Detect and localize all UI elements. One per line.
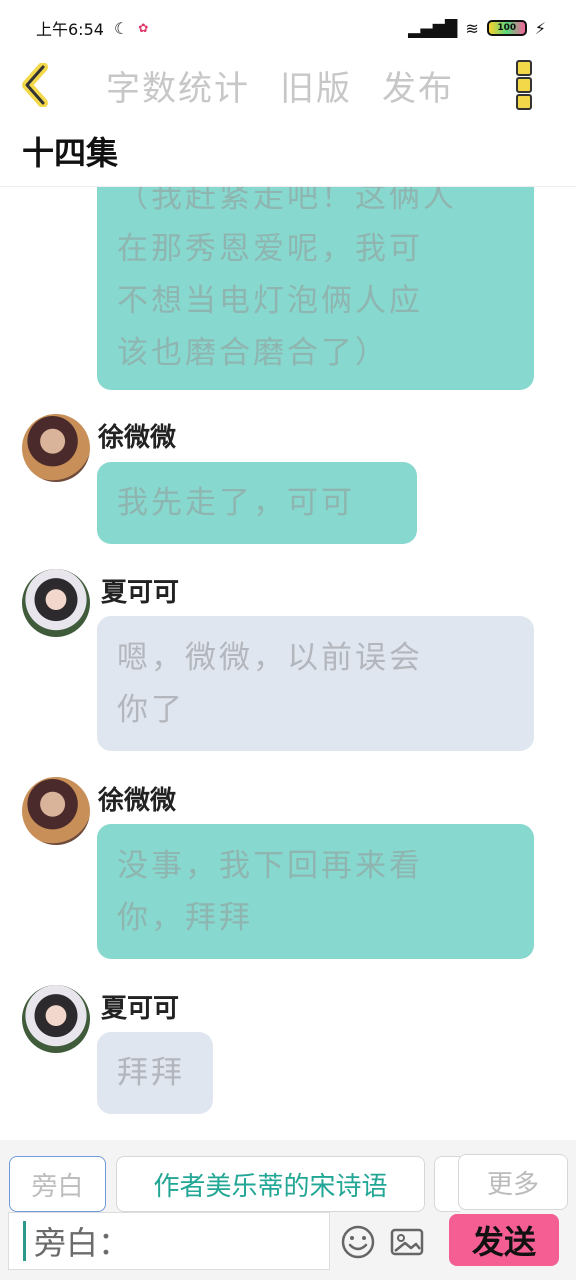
avatar[interactable] xyxy=(22,777,90,845)
back-arrow-icon xyxy=(22,63,48,107)
message-bubble[interactable]: 没事，我下回再来看 你，拜拜 xyxy=(97,824,534,959)
input-prefix: 旁白： xyxy=(34,1224,131,1262)
charging-icon: ⚡ xyxy=(534,18,546,38)
menu-dot-icon xyxy=(516,77,532,93)
battery-icon: 100 xyxy=(486,20,527,36)
message-line: （我赶紧走吧！这俩人 xyxy=(117,187,457,215)
speaker-name: 徐微微 xyxy=(98,423,177,453)
message-line: 嗯，微微，以前误会 xyxy=(117,640,423,676)
status-time: 上午6:54 xyxy=(36,20,104,39)
menu-dot-icon xyxy=(516,94,532,110)
wifi-icon: ≋ xyxy=(465,18,479,38)
message-line: 你了 xyxy=(117,692,185,728)
message-line: 不想当电灯泡俩人应 xyxy=(117,283,423,319)
message-bubble[interactable]: （我赶紧走吧！这俩人 在那秀恩爱呢，我可 不想当电灯泡俩人应 该也磨合磨合了） xyxy=(97,187,534,390)
speaker-name: 夏可可 xyxy=(101,994,180,1024)
more-button[interactable]: 更多 xyxy=(458,1154,568,1210)
avatar[interactable] xyxy=(22,569,90,637)
message-bubble[interactable]: 我先走了，可可 xyxy=(97,462,417,544)
avatar[interactable] xyxy=(22,985,90,1053)
more-menu-button[interactable] xyxy=(516,60,542,110)
message-line: 在那秀恩爱呢，我可 xyxy=(117,231,423,267)
message-input[interactable]: 旁白： xyxy=(8,1212,330,1270)
moon-icon: ☾ xyxy=(113,18,129,38)
battery-level: 100 xyxy=(497,23,517,33)
message-bubble[interactable]: 拜拜 xyxy=(97,1032,213,1114)
avatar[interactable] xyxy=(22,414,90,482)
message-bubble[interactable]: 嗯，微微，以前误会 你了 xyxy=(97,616,534,751)
image-icon[interactable] xyxy=(387,1222,427,1262)
text-cursor xyxy=(23,1221,26,1261)
message-line: 你，拜拜 xyxy=(117,900,253,936)
back-button[interactable] xyxy=(0,56,72,114)
partial-chip[interactable] xyxy=(434,1156,460,1212)
chat-area[interactable]: （我赶紧走吧！这俩人 在那秀恩爱呢，我可 不想当电灯泡俩人应 该也磨合磨合了） … xyxy=(0,187,576,1137)
nav-word-count[interactable]: 字数统计 xyxy=(106,61,250,110)
top-navigation: 字数统计 旧版 发布 xyxy=(0,56,576,114)
chapter-title: 十四集 xyxy=(22,134,119,172)
message-line: 没事，我下回再来看 xyxy=(117,848,423,884)
speaker-name: 徐微微 xyxy=(98,786,177,816)
message-line: 拜拜 xyxy=(117,1055,185,1091)
app-notification-icon: ✿ xyxy=(138,21,149,35)
status-bar: 上午6:54 ☾ ✿ ▂▄▆█ ≋ 100 ⚡ xyxy=(0,0,576,56)
message-line: 我先走了，可可 xyxy=(117,485,355,521)
signal-icon: ▂▄▆█ xyxy=(408,18,458,38)
send-button[interactable]: 发送 xyxy=(449,1214,559,1266)
message-line: 该也磨合磨合了） xyxy=(117,335,389,371)
author-chip[interactable]: 作者美乐蒂的宋诗语 xyxy=(116,1156,425,1212)
emoji-icon[interactable] xyxy=(338,1222,378,1262)
speaker-name: 夏可可 xyxy=(101,578,180,608)
nav-old-version[interactable]: 旧版 xyxy=(280,61,352,110)
nav-publish[interactable]: 发布 xyxy=(382,61,454,110)
narration-chip[interactable]: 旁白 xyxy=(9,1156,106,1212)
menu-dot-icon xyxy=(516,60,532,76)
